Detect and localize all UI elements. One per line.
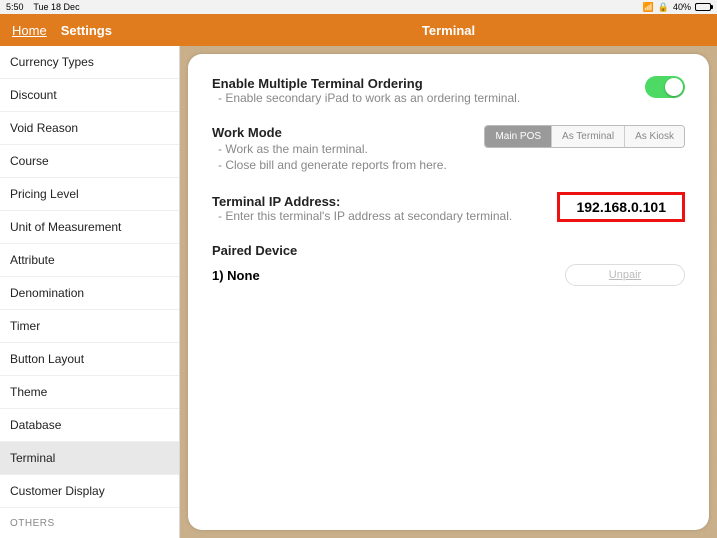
sidebar-item-terminal[interactable]: Terminal — [0, 442, 179, 475]
nav-settings-label: Settings — [61, 23, 112, 38]
status-left: 5:50 Tue 18 Dec — [6, 2, 80, 12]
battery-icon — [695, 3, 711, 11]
paired-device-title: Paired Device — [212, 243, 685, 258]
work-mode-segmented[interactable]: Main POS As Terminal As Kiosk — [484, 125, 685, 148]
paired-device-item: 1) None — [212, 268, 260, 283]
terminal-panel: Enable Multiple Terminal Ordering - Enab… — [188, 54, 709, 530]
sidebar-item-unit-of-measurement[interactable]: Unit of Measurement — [0, 211, 179, 244]
sidebar-item-currency-types[interactable]: Currency Types — [0, 46, 179, 79]
enable-ordering-row: Enable Multiple Terminal Ordering - Enab… — [212, 76, 685, 105]
enable-ordering-title: Enable Multiple Terminal Ordering — [212, 76, 685, 91]
enable-ordering-toggle[interactable] — [645, 76, 685, 98]
status-date: Tue 18 Dec — [33, 2, 79, 12]
status-bar: 5:50 Tue 18 Dec 📶 🔒 40% — [0, 0, 717, 14]
sidebar-item-theme[interactable]: Theme — [0, 376, 179, 409]
enable-ordering-sub: - Enable secondary iPad to work as an or… — [218, 91, 685, 105]
work-mode-row: Work Mode - Work as the main terminal. -… — [212, 125, 685, 172]
sidebar-item-database[interactable]: Database — [0, 409, 179, 442]
sidebar-item-previous-receipts[interactable]: Previous Receipts — [0, 533, 179, 538]
orientation-lock-icon: 🔒 — [658, 2, 669, 13]
nav-home-link[interactable]: Home — [12, 23, 47, 38]
page-title: Terminal — [180, 23, 717, 38]
sidebar-item-button-layout[interactable]: Button Layout — [0, 343, 179, 376]
paired-device-row: Paired Device 1) None Unpair — [212, 243, 685, 286]
status-time: 5:50 — [6, 2, 24, 12]
battery-pct: 40% — [673, 2, 691, 12]
sidebar-item-attribute[interactable]: Attribute — [0, 244, 179, 277]
sidebar-item-course[interactable]: Course — [0, 145, 179, 178]
settings-sidebar[interactable]: Currency TypesDiscountVoid ReasonCourseP… — [0, 46, 180, 538]
wifi-icon: 📶 — [643, 2, 654, 13]
segment-as-terminal[interactable]: As Terminal — [551, 126, 624, 147]
sidebar-item-denomination[interactable]: Denomination — [0, 277, 179, 310]
content-area: Enable Multiple Terminal Ordering - Enab… — [180, 46, 717, 538]
sidebar-item-pricing-level[interactable]: Pricing Level — [0, 178, 179, 211]
ip-address-value: 192.168.0.101 — [557, 192, 685, 222]
sidebar-item-discount[interactable]: Discount — [0, 79, 179, 112]
unpair-button[interactable]: Unpair — [565, 264, 685, 286]
ip-address-row: Terminal IP Address: - Enter this termin… — [212, 194, 685, 223]
work-mode-sub2: - Close bill and generate reports from h… — [218, 158, 685, 172]
segment-main-pos[interactable]: Main POS — [485, 126, 551, 147]
segment-as-kiosk[interactable]: As Kiosk — [624, 126, 684, 147]
nav-bar: Home Settings Terminal — [0, 14, 717, 46]
sidebar-item-void-reason[interactable]: Void Reason — [0, 112, 179, 145]
sidebar-section-others: OTHERS — [0, 508, 179, 533]
status-right: 📶 🔒 40% — [643, 2, 711, 13]
sidebar-item-customer-display[interactable]: Customer Display — [0, 475, 179, 508]
sidebar-item-timer[interactable]: Timer — [0, 310, 179, 343]
